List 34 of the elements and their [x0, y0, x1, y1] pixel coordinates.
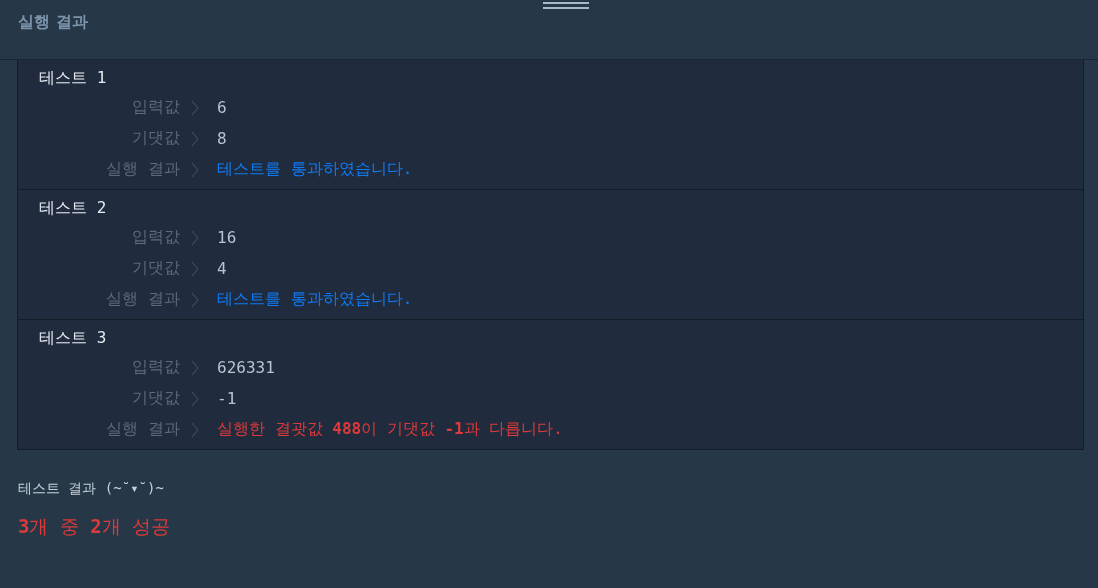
field-value: 626331 [217, 358, 275, 377]
field-label: 입력값 [131, 357, 180, 378]
test-title: 테스트 2 [38, 197, 108, 219]
chevron-icon [191, 359, 199, 376]
field-label: 실행 결과 [105, 159, 180, 180]
chevron-icon [191, 161, 199, 178]
panel-title: 실행 결과 [18, 12, 88, 31]
summary-heading: 테스트 결과 (~˘▾˘)~ [18, 480, 165, 498]
result-message: 테스트를 통과하였습니다. [217, 289, 413, 310]
test-title: 테스트 1 [38, 67, 108, 89]
chevron-icon [191, 99, 199, 116]
result-message: 테스트를 통과하였습니다. [217, 159, 413, 180]
field-value: -1 [217, 389, 237, 408]
chevron-icon [191, 421, 199, 438]
summary-result: 3개 중 2개 성공 [18, 514, 172, 539]
field-label: 기댓값 [131, 258, 180, 279]
field-value: 6 [217, 98, 227, 117]
field-label: 실행 결과 [105, 419, 180, 440]
field-value: 16 [217, 228, 237, 247]
chevron-icon [191, 229, 199, 246]
field-label: 입력값 [131, 97, 180, 118]
field-value: 8 [217, 129, 227, 148]
field-label: 입력값 [131, 227, 180, 248]
result-message: 실행한 결괏값 488이 기댓값 -1과 다릅니다. [217, 419, 563, 440]
field-label: 실행 결과 [105, 289, 180, 310]
test-title: 테스트 3 [38, 327, 108, 349]
chevron-icon [191, 390, 199, 407]
drag-handle-icon[interactable] [543, 2, 589, 10]
chevron-icon [191, 260, 199, 277]
chevron-icon [191, 291, 199, 308]
chevron-icon [191, 130, 199, 147]
field-value: 4 [217, 259, 227, 278]
field-label: 기댓값 [131, 128, 180, 149]
field-label: 기댓값 [131, 388, 180, 409]
